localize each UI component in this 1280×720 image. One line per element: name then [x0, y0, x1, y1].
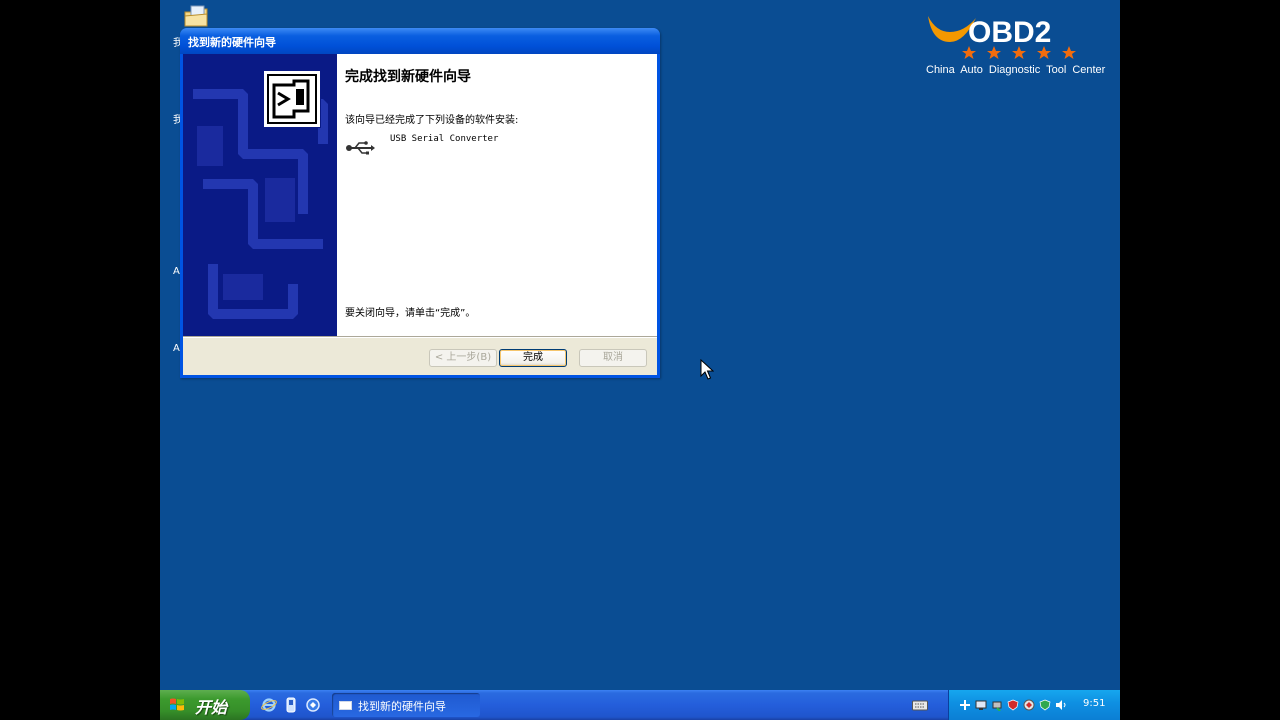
taskbar-item-wizard[interactable]: 找到新的硬件向导: [332, 693, 480, 717]
usb-icon: [346, 141, 375, 155]
wizard-description: 该向导已经完成了下列设备的软件安装:: [345, 115, 519, 126]
wizard-heading: 完成找到新硬件向导: [345, 69, 471, 85]
button-divider: [183, 336, 657, 338]
show-desktop-icon[interactable]: [305, 697, 321, 713]
window-icon: [339, 701, 352, 710]
security-shield-icon[interactable]: [1039, 699, 1051, 711]
media-player-icon[interactable]: [283, 697, 299, 713]
cancel-button[interactable]: 取消: [579, 349, 647, 367]
desktop-icon-label-4[interactable]: A: [173, 343, 180, 354]
taskbar: 开始 找到新的硬件向导 9:51: [160, 690, 1120, 720]
hardware-wizard-icon: [263, 70, 321, 128]
dialog-titlebar[interactable]: 找到新的硬件向导: [180, 28, 660, 54]
mouse-cursor-icon: [700, 359, 714, 380]
computer-icon[interactable]: [975, 699, 987, 711]
security-alert-icon[interactable]: [1007, 699, 1019, 711]
start-button[interactable]: 开始: [160, 690, 250, 720]
system-tray: 9:51: [948, 690, 1120, 720]
desktop: 我 我 A A OBD2 China Auto Diagnostic Tool …: [160, 0, 1120, 720]
keyboard-icon[interactable]: [912, 699, 928, 711]
dialog-title: 找到新的硬件向导: [188, 36, 276, 49]
desktop-icon-label-3[interactable]: A: [173, 266, 180, 277]
start-label: 开始: [195, 698, 228, 717]
antivirus-icon[interactable]: [1023, 699, 1035, 711]
folder-icon[interactable]: [182, 4, 210, 28]
logo-text: OBD2: [968, 16, 1051, 49]
back-button[interactable]: < 上一步(B): [429, 349, 497, 367]
taskbar-item-label: 找到新的硬件向导: [358, 700, 446, 713]
volume-icon[interactable]: [1055, 699, 1067, 711]
internet-explorer-icon[interactable]: [261, 697, 277, 713]
clock[interactable]: 9:51: [1083, 698, 1105, 709]
wizard-close-hint: 要关闭向导，请单击“完成”。: [345, 308, 476, 319]
logo-tagline: China Auto Diagnostic Tool Center: [926, 64, 1106, 76]
network-icon[interactable]: [959, 699, 971, 711]
safely-remove-hardware-icon[interactable]: [991, 699, 1003, 711]
obd2-logo: OBD2 China Auto Diagnostic Tool Center: [924, 12, 1114, 82]
dialog-client-area: 完成找到新硬件向导 该向导已经完成了下列设备的软件安装: USB Serial …: [183, 54, 657, 375]
wizard-content: 完成找到新硬件向导 该向导已经完成了下列设备的软件安装: USB Serial …: [337, 54, 657, 336]
finish-button[interactable]: 完成: [499, 349, 567, 367]
wizard-sidebar: [183, 54, 337, 336]
windows-logo-icon: [170, 698, 184, 711]
obd2-logo-mark: OBD2: [928, 16, 1076, 59]
found-new-hardware-wizard: 找到新的硬件向导 完成找到新硬件向导 该向导已经完成了下列设备的软件安装: US…: [180, 28, 660, 378]
installed-device-name: USB Serial Converter: [390, 134, 499, 144]
